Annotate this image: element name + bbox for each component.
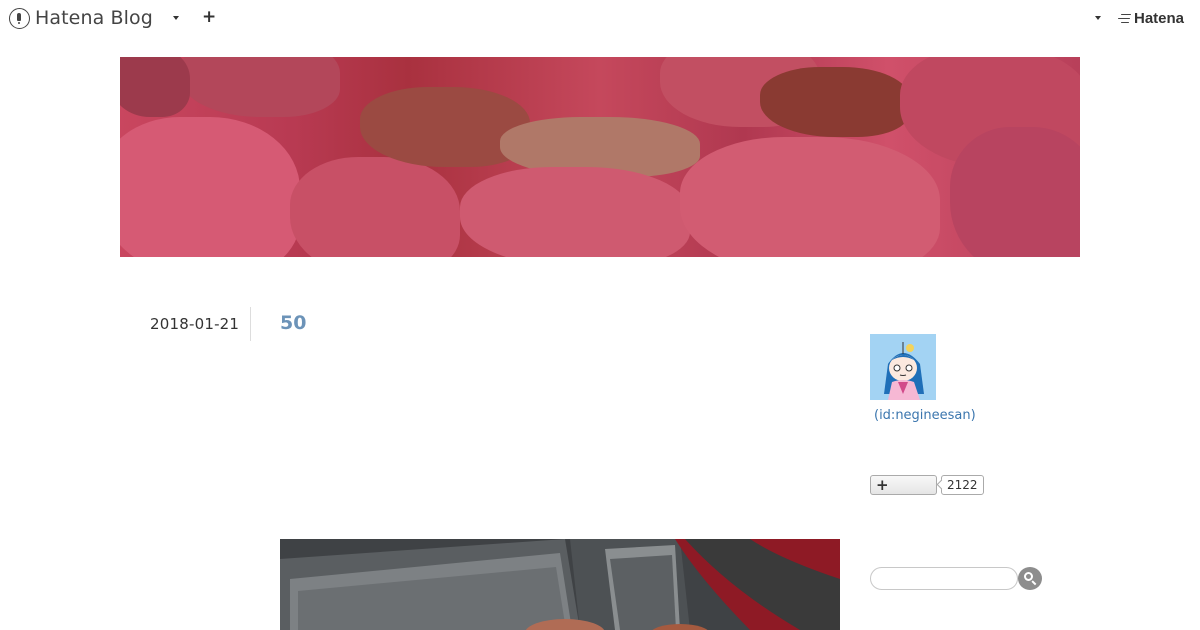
- subscriber-count: 2122: [941, 475, 984, 495]
- profile-id-link[interactable]: (id:negineesan): [874, 408, 976, 423]
- profile-avatar[interactable]: [870, 334, 936, 400]
- avatar-illustration: [870, 334, 936, 400]
- hatena-account-menu[interactable]: Hatena: [1117, 10, 1184, 27]
- plus-icon[interactable]: +: [202, 6, 216, 28]
- hatena-logo-icon: [1117, 13, 1132, 25]
- hatena-blog-logo-icon: [9, 7, 30, 29]
- global-header: Hatena Blog + Hatena: [0, 0, 1200, 36]
- plus-icon: +: [876, 476, 889, 494]
- subscribe-button[interactable]: +: [870, 475, 937, 495]
- logo-text: Hatena Blog: [35, 7, 153, 29]
- search-button[interactable]: [1018, 567, 1042, 590]
- entry-photo-image: [280, 539, 840, 630]
- entry-date[interactable]: 2018-01-21: [150, 315, 239, 333]
- chevron-down-icon[interactable]: [173, 16, 179, 20]
- blog-header-image[interactable]: [120, 57, 1080, 257]
- entry-photo: [280, 539, 840, 630]
- chevron-down-icon[interactable]: [1095, 16, 1101, 20]
- date-divider: [250, 307, 251, 341]
- hatena-blog-logo[interactable]: Hatena Blog: [9, 6, 153, 30]
- search-input[interactable]: [870, 567, 1018, 590]
- hatena-brand-text: Hatena: [1134, 10, 1185, 27]
- entry-title[interactable]: 50: [280, 312, 306, 334]
